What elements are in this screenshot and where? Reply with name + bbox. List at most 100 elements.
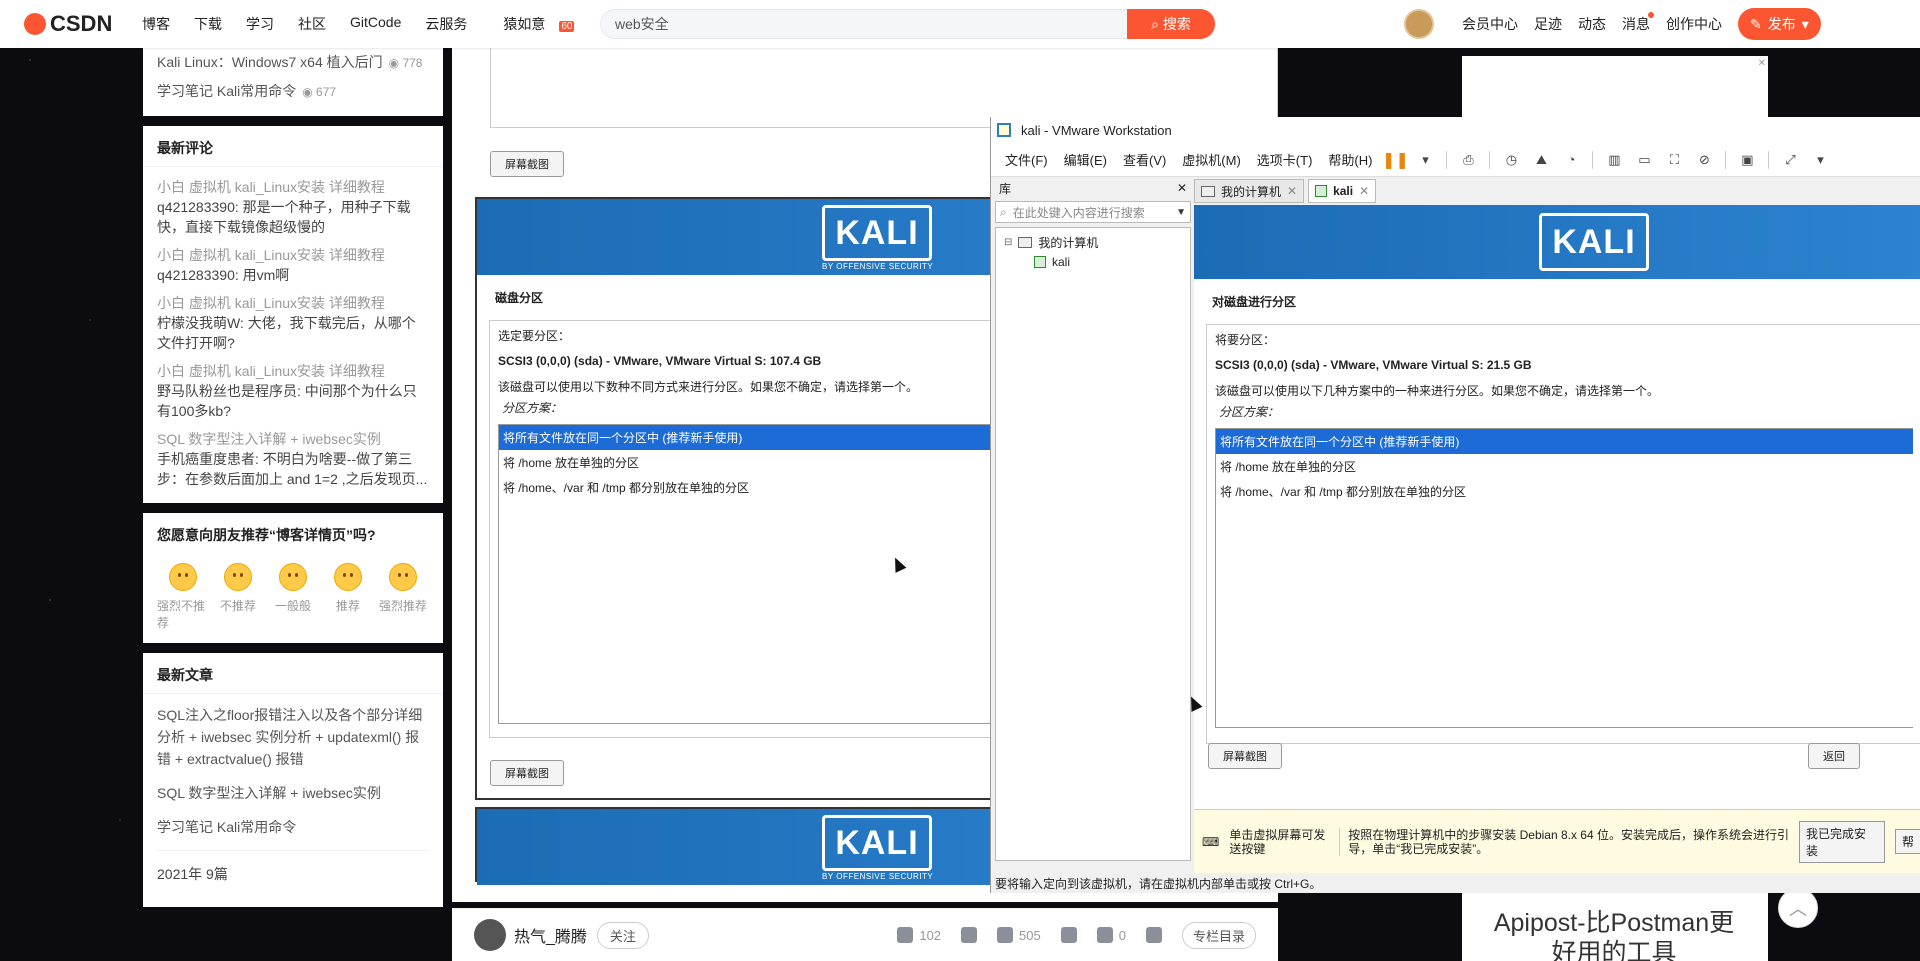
nav-item-cloud[interactable]: 云服务 xyxy=(413,14,479,34)
help-button[interactable]: 帮 xyxy=(1894,829,1920,854)
emoji-rating: 强烈不推荐 不推荐 一般般 推荐 强烈推荐 xyxy=(157,555,429,643)
link-footprint[interactable]: 足迹 xyxy=(1526,14,1570,34)
comment-item[interactable]: 小白 虚拟机 kali_Linux安装 详细教程 q421283390: 用vm啊 xyxy=(157,245,429,285)
follow-button[interactable]: 关注 xyxy=(596,921,649,949)
menu-view[interactable]: 查看(V) xyxy=(1115,150,1174,169)
comment-item[interactable]: 小白 虚拟机 kali_Linux安装 详细教程 柠檬没我萌W: 大佬，我下载完后… xyxy=(157,293,429,353)
toolbar-separator xyxy=(1592,150,1594,169)
chevron-down-icon[interactable]: ▾ xyxy=(1809,150,1831,170)
avatar[interactable] xyxy=(1404,9,1434,39)
publish-button[interactable]: ✎ 发布 ▾ xyxy=(1738,8,1821,40)
favorite-button[interactable]: 505 xyxy=(997,927,1041,943)
author-name[interactable]: 热气_腾腾 xyxy=(514,923,587,947)
close-icon[interactable]: ✕ xyxy=(1177,181,1187,195)
partition-description: 该磁盘可以使用以下几种方案中的一种来进行分区。如果您不确定，请选择第一个。 xyxy=(1215,384,1660,398)
nav-items: 博客 下载 学习 社区 GitCode 云服务 猿如意 60 xyxy=(130,14,586,34)
rate-strongly[interactable]: 强烈推荐 xyxy=(377,563,429,631)
share-icon xyxy=(1145,927,1162,943)
comment-item[interactable]: SQL 数字型注入详解 + iwebsec实例 手机癌重度患者: 不明白为啥要--… xyxy=(157,429,429,489)
rate-strongly-not[interactable]: 强烈不推荐 xyxy=(157,563,209,631)
snapshot-manager-icon[interactable]: ◔ xyxy=(1560,150,1582,170)
collapse-icon[interactable]: ⊟ xyxy=(1004,237,1012,248)
unity-icon[interactable]: ⊘ xyxy=(1693,150,1715,170)
screenshot-button[interactable]: 屏幕截图 xyxy=(1208,743,1282,769)
tab-kali[interactable]: kali ✕ xyxy=(1308,179,1377,203)
rate-label: 推荐 xyxy=(335,599,360,613)
rate-neutral[interactable]: 一般般 xyxy=(267,563,319,631)
screenshot-button[interactable]: 屏幕截图 xyxy=(490,151,564,177)
show-library-icon[interactable]: ▥ xyxy=(1603,150,1625,170)
nav-item-blog[interactable]: 博客 xyxy=(130,14,182,34)
full-screen-icon[interactable]: ⛶ xyxy=(1663,150,1685,170)
thumbnail-bar-icon[interactable]: ▭ xyxy=(1633,150,1655,170)
search-input[interactable] xyxy=(601,10,1081,38)
menu-vm[interactable]: 虚拟机(M) xyxy=(1174,150,1249,169)
dislike-button[interactable] xyxy=(961,927,978,943)
link-dynamic[interactable]: 动态 xyxy=(1570,14,1614,34)
pause-icon[interactable]: ❚❚ xyxy=(1382,150,1409,170)
comment-button[interactable]: 0 xyxy=(1096,927,1126,943)
link-messages[interactable]: 消息 xyxy=(1614,12,1658,34)
rate-recommend[interactable]: 推荐 xyxy=(322,563,374,631)
menu-file[interactable]: 文件(F) xyxy=(997,150,1056,169)
stretch-icon[interactable]: ⤢ xyxy=(1779,150,1801,170)
reward-button[interactable] xyxy=(1060,927,1077,943)
chevron-down-icon[interactable]: ▼ xyxy=(1176,207,1186,218)
back-to-top-button[interactable]: ︿ xyxy=(1778,888,1818,928)
nav-item-gitcode[interactable]: GitCode xyxy=(338,14,413,34)
menu-help[interactable]: 帮助(H) xyxy=(1320,150,1380,169)
comment-item[interactable]: 小白 虚拟机 kali_Linux安装 详细教程 野马队粉丝也是程序员: 中间那个… xyxy=(157,361,429,421)
like-button[interactable]: 102 xyxy=(897,927,941,943)
link-creator[interactable]: 创作中心 xyxy=(1658,14,1730,34)
back-button[interactable]: 返回 xyxy=(1808,743,1860,769)
article-link[interactable]: 学习笔记 Kali常用命令 xyxy=(157,816,429,838)
scheme-option-separate[interactable]: 将 /home、/var 和 /tmp 都分别放在单独的分区 xyxy=(1216,479,1913,504)
ad-close-icon[interactable]: ✕ xyxy=(1758,58,1766,69)
toolbar-separator xyxy=(1446,150,1448,169)
comment-text: q421283390: 那是一个种子，用种子下载快，直接下载镜像超级慢的 xyxy=(157,199,411,235)
scheme-option-all[interactable]: 将所有文件放在同一个分区中 (推荐新手使用) xyxy=(1216,429,1913,454)
tab-my-computer[interactable]: 我的计算机 ✕ xyxy=(1194,179,1305,203)
rate-not[interactable]: 不推荐 xyxy=(212,563,264,631)
tree-node-my-computer[interactable]: ⊟ 我的计算机 xyxy=(1004,232,1182,252)
nav-item-yuanruyi[interactable]: 猿如意 60 xyxy=(479,14,586,34)
nav-item-community[interactable]: 社区 xyxy=(286,14,338,34)
tree-node-kali[interactable]: kali xyxy=(1004,252,1182,272)
archive-entry[interactable]: 2021年 9篇 xyxy=(157,850,429,885)
library-search[interactable]: ⌕ 在此处键入内容进行搜索 ▼ xyxy=(995,201,1191,223)
menu-tabs[interactable]: 选项卡(T) xyxy=(1249,150,1321,169)
vmware-titlebar[interactable]: kali - VMware Workstation xyxy=(991,117,1920,143)
vm-guest-screen[interactable]: KALI 对磁盘进行分区 将要分区： SCSI3 (0,0,0) (sda) -… xyxy=(1194,205,1920,809)
close-icon[interactable]: ✕ xyxy=(1359,184,1369,198)
send-keys-icon[interactable]: ⎙ xyxy=(1457,150,1479,170)
publish-label: 发布 xyxy=(1767,16,1796,32)
rate-label: 强烈不推荐 xyxy=(157,599,206,630)
share-button[interactable] xyxy=(1145,927,1162,943)
revert-snapshot-icon[interactable]: ⛰ xyxy=(1530,150,1552,170)
nav-item-learn[interactable]: 学习 xyxy=(234,14,286,34)
comment-icon xyxy=(1096,927,1113,943)
article-toolbar: 热气_腾腾 关注 102 505 0 专栏目录 xyxy=(452,908,1278,961)
csdn-logo[interactable]: CSDN xyxy=(24,11,114,37)
chevron-down-icon[interactable]: ▾ xyxy=(1414,150,1436,170)
article-link[interactable]: SQL 数字型注入详解 + iwebsec实例 xyxy=(157,782,429,804)
comment-item[interactable]: 小白 虚拟机 kali_Linux安装 详细教程 q421283390: 那是一个… xyxy=(157,177,429,237)
link-vip[interactable]: 会员中心 xyxy=(1454,14,1526,34)
scheme-option-home[interactable]: 将 /home 放在单独的分区 xyxy=(1216,454,1913,479)
screenshot-button[interactable]: 屏幕截图 xyxy=(490,760,564,786)
close-icon[interactable]: ✕ xyxy=(1287,184,1297,198)
hot-article[interactable]: Kali Linux：Windows7 x64 植入后门 ◉ 778 xyxy=(157,52,429,73)
article-link[interactable]: SQL注入之floor报错注入以及各个部分详细分析 + iwebsec 实例分析… xyxy=(157,704,429,770)
snapshot-icon[interactable]: ◷ xyxy=(1500,150,1522,170)
column-directory-button[interactable]: 专栏目录 xyxy=(1181,921,1256,949)
menu-edit[interactable]: 编辑(E) xyxy=(1056,150,1115,169)
author-avatar[interactable] xyxy=(474,919,506,951)
mascot-icon xyxy=(24,13,46,35)
console-icon[interactable]: ▣ xyxy=(1736,150,1758,170)
search-button[interactable]: ⌕ 搜索 xyxy=(1127,9,1215,39)
article-actions: 102 505 0 专栏目录 xyxy=(897,921,1256,949)
hot-article[interactable]: 学习笔记 Kali常用命令 ◉ 677 xyxy=(157,81,429,102)
views-value: 778 xyxy=(402,56,423,70)
nav-item-download[interactable]: 下载 xyxy=(182,14,234,34)
finished-install-button[interactable]: 我已完成安装 xyxy=(1799,820,1885,863)
